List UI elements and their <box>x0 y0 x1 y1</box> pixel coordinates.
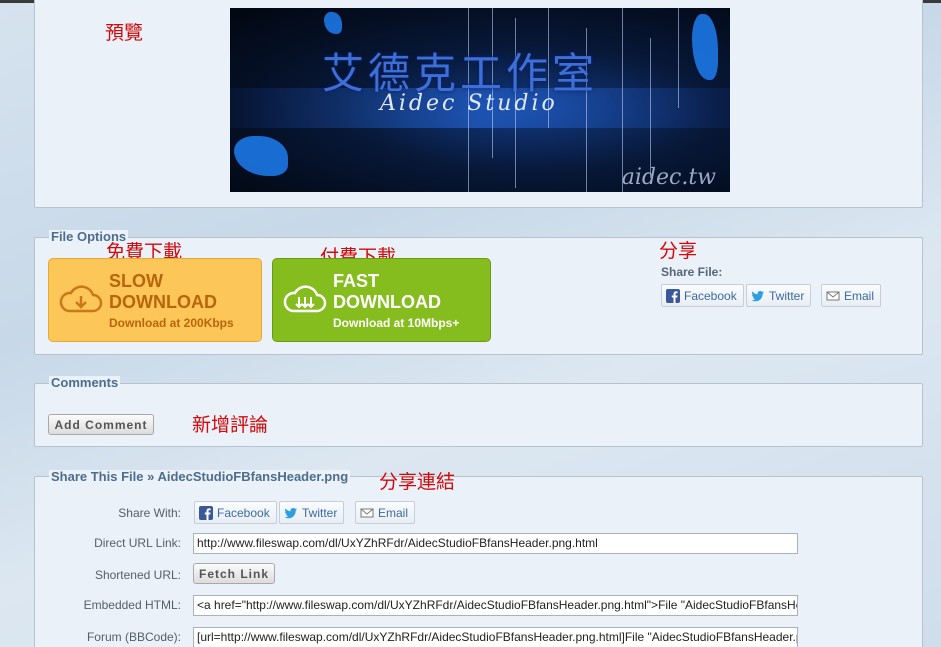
share-with-twitter-label: Twitter <box>302 505 338 520</box>
banner-splash <box>324 12 342 34</box>
share-this-file-legend: Share This File » AidecStudioFBfansHeade… <box>49 469 351 484</box>
embedded-html-field[interactable]: <a href="http://www.fileswap.com/dl/UxYZ… <box>193 595 798 616</box>
share-with-email-label: Email <box>378 505 409 520</box>
share-annotation: 分享 <box>659 240 698 262</box>
slow-download-line1: SLOW <box>109 270 163 291</box>
share-with-facebook-button[interactable]: Facebook <box>194 501 277 524</box>
comments-legend: Comments <box>49 375 121 390</box>
fast-download-line1: FAST <box>333 270 380 291</box>
share-twitter-button[interactable]: Twitter <box>746 284 812 307</box>
preview-image: 艾德克工作室 Aidec Studio aidec.tw <box>230 8 730 192</box>
share-with-facebook-label: Facebook <box>217 505 270 520</box>
fast-download-button[interactable]: FAST DOWNLOAD Download at 10Mbps+ <box>272 258 491 342</box>
slow-download-line2: DOWNLOAD <box>109 291 217 312</box>
direct-url-field[interactable]: http://www.fileswap.com/dl/UxYZhRFdr/Aid… <box>193 533 798 554</box>
slow-download-button[interactable]: SLOW DOWNLOAD Download at 200Kbps <box>48 258 262 342</box>
cloud-download-icon <box>59 285 103 313</box>
share-email-label: Email <box>844 288 875 303</box>
cloud-download-icon <box>283 285 327 313</box>
twitter-icon <box>284 507 297 518</box>
facebook-icon <box>666 288 680 303</box>
fast-download-speed: Download at 10Mbps+ <box>333 315 460 330</box>
banner-corner-text: aidec.tw <box>621 165 716 190</box>
banner-streak <box>650 38 651 178</box>
preview-panel: 預覽 艾德克工作室 Aidec Studio aidec.tw <box>34 0 923 208</box>
banner-streak <box>678 8 679 108</box>
share-twitter-label: Twitter <box>769 288 805 303</box>
share-this-file-panel: Share This File » AidecStudioFBfansHeade… <box>34 470 923 647</box>
email-icon <box>826 291 840 300</box>
twitter-icon <box>751 290 764 301</box>
share-with-email-button[interactable]: Email <box>355 501 416 524</box>
forum-bbcode-field[interactable]: [url=http://www.fileswap.com/dl/UxYZhRFd… <box>193 627 798 647</box>
share-with-label: Share With: <box>118 506 181 520</box>
fast-download-line2: DOWNLOAD <box>333 291 441 312</box>
shortened-url-label: Shortened URL: <box>94 568 181 582</box>
forum-bbcode-label: Forum (BBCode): <box>86 630 181 644</box>
comments-panel: Comments Add Comment 新增評論 <box>34 376 923 447</box>
fetch-link-button[interactable]: Fetch Link <box>193 563 275 584</box>
add-comment-annotation: 新增評論 <box>192 414 269 436</box>
banner-splash <box>692 14 718 80</box>
share-with-twitter-button[interactable]: Twitter <box>279 501 345 524</box>
file-options-panel: File Options 免費下載 付費下載 分享 SLOW DOWNLOAD … <box>34 230 923 355</box>
embedded-html-label: Embedded HTML: <box>83 598 181 612</box>
preview-annotation: 預覽 <box>105 22 144 44</box>
banner-splash <box>234 136 288 176</box>
share-link-annotation: 分享連結 <box>379 471 456 493</box>
share-file-label: Share File: <box>661 265 723 279</box>
slow-download-speed: Download at 200Kbps <box>109 315 234 330</box>
share-facebook-button[interactable]: Facebook <box>661 284 744 307</box>
direct-url-label: Direct URL Link: <box>94 536 181 550</box>
facebook-icon <box>199 505 213 520</box>
add-comment-button[interactable]: Add Comment <box>48 414 154 435</box>
banner-title-latin: Aidec Studio <box>380 91 558 116</box>
email-icon <box>360 508 374 517</box>
share-email-button[interactable]: Email <box>821 284 882 307</box>
share-facebook-label: Facebook <box>684 288 737 303</box>
